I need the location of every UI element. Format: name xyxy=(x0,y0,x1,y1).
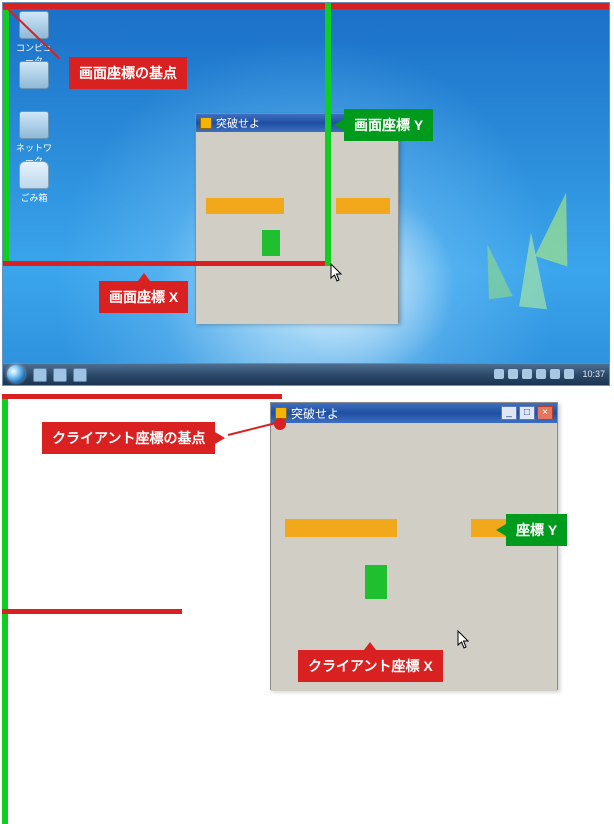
taskbar-app-icon[interactable] xyxy=(73,368,87,382)
label-text: クライアント座標の基点 xyxy=(52,430,205,446)
game-paddle-left xyxy=(285,519,397,537)
label-text: 画面座標の基点 xyxy=(79,65,177,81)
game-block xyxy=(262,230,280,256)
desktop-icon-network[interactable]: ネットワーク xyxy=(13,111,55,167)
game-block xyxy=(365,565,387,599)
screen-origin-label: 画面座標の基点 xyxy=(69,57,187,89)
screen-y-guide-left xyxy=(3,3,9,265)
window-titlebar[interactable]: 突破せよ _ □ × xyxy=(271,403,557,423)
tray-icon[interactable] xyxy=(536,369,546,379)
app-window[interactable]: 突破せよ _ □ × xyxy=(270,402,558,690)
screen-y-label: 画面座標 Y xyxy=(344,109,433,141)
desktop-icon-user[interactable] xyxy=(13,61,55,91)
taskbar-app-icon[interactable] xyxy=(33,368,47,382)
taskbar-pinned[interactable] xyxy=(33,368,87,382)
client-y-guide xyxy=(2,614,8,824)
user-folder-icon xyxy=(19,61,49,89)
screen-y-guide xyxy=(325,3,331,266)
tray-icon[interactable] xyxy=(564,369,574,379)
screen-x-label: 画面座標 X xyxy=(99,281,188,313)
app-icon xyxy=(200,117,212,129)
client-y-guide-left xyxy=(2,399,8,609)
taskbar-clock[interactable]: 10:37 xyxy=(582,369,605,379)
client-origin-label: クライアント座標の基点 xyxy=(42,422,215,454)
label-text: クライアント座標 X xyxy=(308,658,433,674)
label-text: 座標 Y xyxy=(516,522,557,538)
taskbar-app-icon[interactable] xyxy=(53,368,67,382)
screen-x-guide xyxy=(3,261,331,266)
client-x-label: クライアント座標 X xyxy=(298,650,443,682)
client-coord-diagram: 突破せよ _ □ × クライアント座標の基点 xyxy=(2,394,610,712)
tray-icon[interactable] xyxy=(508,369,518,379)
window-title: 突破せよ xyxy=(216,115,260,131)
label-text: 画面座標 X xyxy=(109,289,178,305)
tray-icon[interactable] xyxy=(494,369,504,379)
cursor-icon xyxy=(330,263,344,283)
label-text: 画面座標 Y xyxy=(354,117,423,133)
client-y-label: 座標 Y xyxy=(506,514,567,546)
start-button[interactable] xyxy=(7,365,25,383)
maximize-button[interactable]: □ xyxy=(519,406,535,420)
window-title: 突破せよ xyxy=(291,405,339,422)
network-icon xyxy=(19,111,49,139)
desktop-icon-label: ごみ箱 xyxy=(20,193,47,203)
taskbar[interactable]: 10:37 xyxy=(3,363,609,385)
screen-coord-diagram: コンピュータ ネットワーク ごみ箱 xyxy=(2,2,610,386)
client-x-guide xyxy=(2,609,182,614)
desktop-icon-recycle[interactable]: ごみ箱 xyxy=(13,161,55,204)
system-tray[interactable]: 10:37 xyxy=(494,363,605,385)
tray-icon[interactable] xyxy=(522,369,532,379)
close-button[interactable]: × xyxy=(537,406,553,420)
app-window[interactable]: 突破せよ xyxy=(195,113,399,323)
minimize-button[interactable]: _ xyxy=(501,406,517,420)
client-x-guide-top xyxy=(2,394,282,399)
recycle-bin-icon xyxy=(19,161,49,189)
screen-x-guide-top xyxy=(3,3,610,9)
tray-icon[interactable] xyxy=(550,369,560,379)
cursor-icon xyxy=(457,630,471,650)
game-paddle-left xyxy=(206,198,284,214)
game-paddle-right xyxy=(336,198,390,214)
client-area xyxy=(196,132,398,324)
